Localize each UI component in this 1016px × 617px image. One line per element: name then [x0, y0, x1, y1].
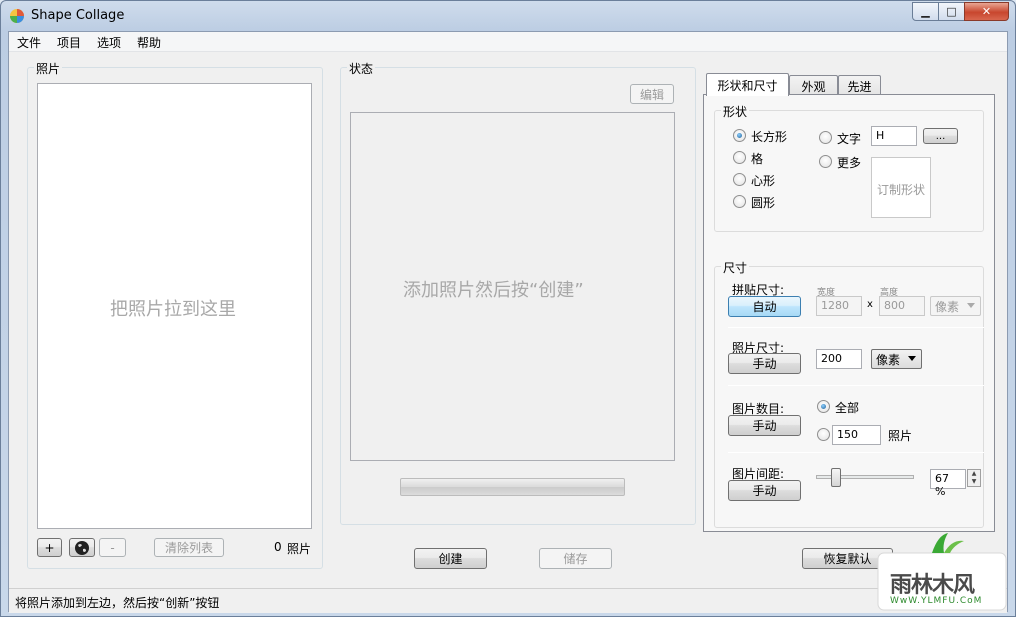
photo-count-number-radio[interactable] — [817, 428, 830, 441]
tab-appearance[interactable]: 外观 — [789, 75, 838, 96]
shape-size-panel: 形状 长方形 格 心形 圆形 文字 H ... 更多 订制形状 尺寸 拼贴尺寸: — [703, 94, 995, 532]
separator — [728, 452, 984, 453]
menu-bar: 文件 项目 选项 帮助 — [9, 32, 1007, 52]
menu-file[interactable]: 文件 — [15, 34, 43, 51]
tab-shape-size[interactable]: 形状和尺寸 — [706, 73, 789, 96]
remove-photo-button[interactable]: - — [99, 538, 126, 557]
globe-icon — [75, 540, 89, 555]
photo-count-manual-button[interactable]: 手动 — [728, 415, 801, 436]
collage-height-input[interactable]: 800 — [879, 296, 925, 316]
status-group-label: 状态 — [347, 60, 376, 77]
app-logo-icon — [10, 9, 24, 23]
preview-hint: 添加照片然后按“创建” — [403, 280, 584, 301]
photo-size-manual-button[interactable]: 手动 — [728, 353, 801, 374]
app-window: Shape Collage ▁ □ ✕ 文件 项目 选项 帮助 照片 把照片拉到… — [0, 0, 1016, 617]
shape-circle-label: 圆形 — [751, 196, 776, 210]
add-photo-button[interactable]: + — [37, 538, 62, 557]
separator — [728, 327, 984, 328]
watermark-brand: 雨林木风 — [890, 573, 975, 598]
shape-group-label: 形状 — [721, 103, 750, 120]
photo-unit-select[interactable]: 像素 — [871, 349, 922, 369]
shape-grid-label: 格 — [751, 152, 764, 166]
minimize-button[interactable]: ▁ — [912, 2, 939, 21]
photo-count-input[interactable]: 150 — [832, 425, 881, 445]
photo-count-unit: 照片 — [287, 542, 312, 556]
add-from-web-button[interactable] — [69, 538, 95, 557]
shape-browse-button[interactable]: ... — [923, 128, 958, 144]
save-button[interactable]: 储存 — [539, 548, 612, 569]
shape-rectangle-radio[interactable] — [733, 129, 746, 142]
window-controls: ▁ □ ✕ — [912, 2, 1009, 22]
photo-count-all-label: 全部 — [835, 401, 860, 415]
collage-unit-select[interactable]: 像素 — [930, 296, 981, 316]
create-button[interactable]: 创建 — [414, 548, 487, 569]
collage-unit-value: 像素 — [935, 300, 960, 314]
photo-drop-area[interactable]: 把照片拉到这里 — [37, 83, 312, 529]
chevron-down-icon — [967, 303, 975, 308]
chevron-down-icon — [908, 356, 916, 361]
spin-down-icon[interactable]: ▼ — [968, 478, 980, 486]
shape-text-radio[interactable] — [819, 131, 832, 144]
shape-heart-label: 心形 — [751, 174, 776, 188]
watermark-logo: 雨林木风 WwW.YLMFU.CoM — [872, 523, 1008, 612]
shape-heart-radio[interactable] — [733, 173, 746, 186]
custom-shape-box[interactable]: 订制形状 — [871, 157, 931, 218]
photo-count: 0 — [274, 540, 282, 554]
photo-count-input-unit: 照片 — [888, 429, 913, 443]
watermark-url: WwW.YLMFU.CoM — [890, 596, 983, 606]
shape-text-input[interactable]: H — [871, 126, 917, 146]
tab-advanced[interactable]: 先进 — [838, 75, 881, 96]
separator — [728, 385, 984, 386]
menu-help[interactable]: 帮助 — [135, 34, 163, 51]
custom-shape-label: 订制形状 — [877, 183, 926, 197]
menu-options[interactable]: 选项 — [95, 34, 123, 51]
menu-project[interactable]: 项目 — [55, 34, 83, 51]
spacing-spinner[interactable]: ▲ ▼ — [967, 469, 981, 487]
edit-button[interactable]: 编辑 — [630, 84, 674, 104]
shape-rectangle-label: 长方形 — [751, 130, 788, 144]
photo-size-input[interactable]: 200 — [816, 349, 862, 369]
photos-group-label: 照片 — [34, 60, 63, 77]
spacing-manual-button[interactable]: 手动 — [728, 480, 801, 501]
shape-grid-radio[interactable] — [733, 151, 746, 164]
photo-count-all-radio[interactable] — [817, 400, 830, 413]
maximize-button[interactable]: □ — [938, 2, 965, 21]
times-sign: x — [867, 299, 873, 310]
client-area: 文件 项目 选项 帮助 照片 把照片拉到这里 + - 清除列表 0 照片 状态 … — [8, 31, 1008, 613]
close-button[interactable]: ✕ — [964, 2, 1009, 21]
title-bar[interactable]: Shape Collage ▁ □ ✕ — [1, 1, 1015, 31]
window-title: Shape Collage — [31, 8, 125, 23]
collage-size-auto-button[interactable]: 自动 — [728, 296, 801, 317]
spacing-slider-thumb[interactable] — [830, 468, 841, 487]
status-bar-text: 将照片添加到左边，然后按“创新”按钮 — [15, 596, 220, 610]
collage-preview: 添加照片然后按“创建” — [350, 112, 675, 461]
shape-more-label: 更多 — [837, 156, 862, 170]
clear-list-button[interactable]: 清除列表 — [154, 538, 224, 557]
size-group-label: 尺寸 — [721, 259, 750, 276]
shape-more-radio[interactable] — [819, 155, 832, 168]
shape-text-label: 文字 — [837, 132, 862, 146]
collage-width-input[interactable]: 1280 — [816, 296, 862, 316]
status-bar: 将照片添加到左边，然后按“创新”按钮 — [9, 588, 1007, 613]
spin-up-icon[interactable]: ▲ — [968, 470, 980, 478]
spacing-input[interactable]: 67 % — [930, 469, 966, 498]
photo-unit-value: 像素 — [876, 353, 901, 367]
photo-drop-hint: 把照片拉到这里 — [110, 299, 236, 320]
progress-bar — [400, 478, 625, 496]
shape-circle-radio[interactable] — [733, 195, 746, 208]
